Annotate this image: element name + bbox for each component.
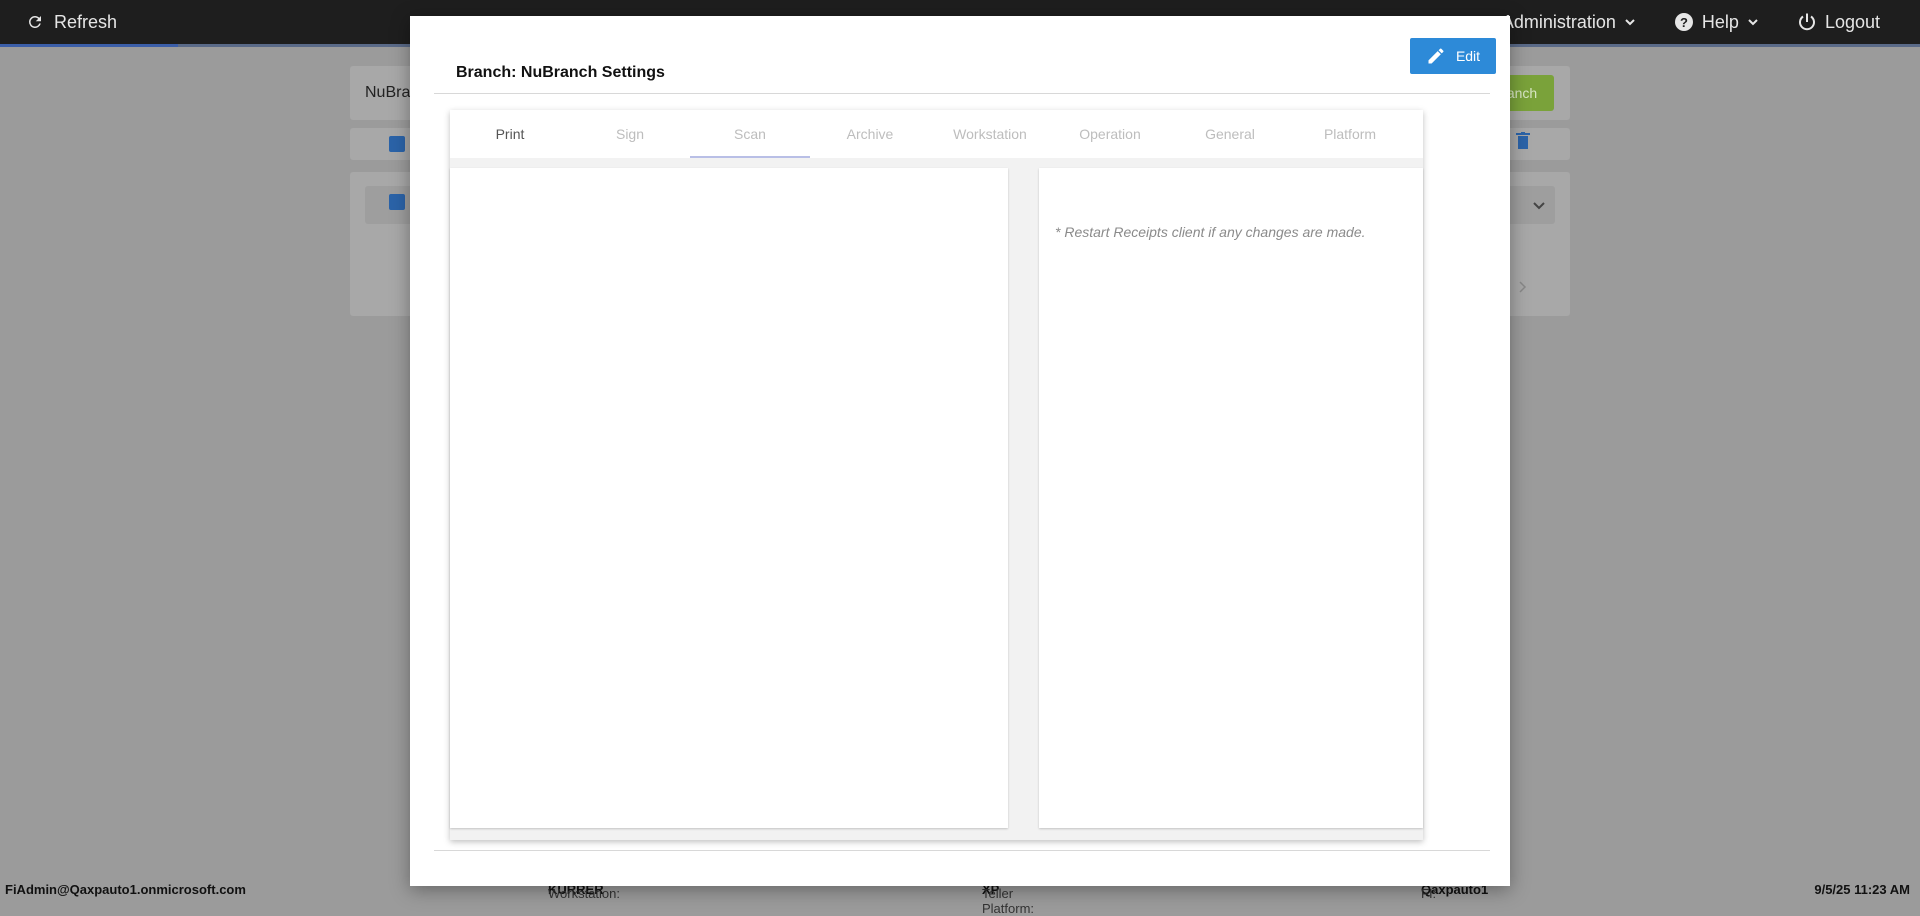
modal-header: Branch: NuBranch Settings Edit [434,38,1496,94]
modal-body: Print Sign Scan Archive Workstation Oper… [434,94,1490,851]
settings-tabs: Print Sign Scan Archive Workstation Oper… [450,110,1423,158]
modal-title: Branch: NuBranch Settings [456,64,665,81]
chevron-down-icon [1747,16,1759,28]
restart-note: * Restart Receipts client if any changes… [1055,224,1366,240]
background-search-input: NuBra [365,84,411,101]
tab-scan[interactable]: Scan [690,110,810,158]
trash-icon [1516,132,1530,155]
settings-right-panel: * Restart Receipts client if any changes… [1039,168,1423,828]
tab-platform[interactable]: Platform [1290,110,1410,158]
refresh-button[interactable]: Refresh [26,0,117,44]
footer-workstation-label: Workstation: [548,886,621,901]
refresh-icon [26,13,44,31]
tab-operation[interactable]: Operation [1050,110,1170,158]
help-label: Help [1701,11,1739,32]
refresh-label: Refresh [54,11,118,32]
footer-teller-label: Teller Platform: [982,886,1035,916]
branch-settings-modal: Branch: NuBranch Settings Edit Print Sig… [410,16,1510,886]
chevron-right-icon [1518,280,1528,299]
tab-workstation[interactable]: Workstation [930,110,1050,158]
footer-user: FiAdmin@Qaxpauto1.onmicrosoft.com [5,882,246,897]
tab-print[interactable]: Print [450,110,570,158]
tab-archive[interactable]: Archive [810,110,930,158]
administration-menu[interactable]: Administration [1502,12,1636,33]
administration-label: Administration [1501,11,1616,32]
logout-button[interactable]: Logout [1797,12,1880,33]
logout-label: Logout [1824,11,1880,32]
chevron-down-icon [1624,16,1636,28]
pencil-icon [1426,46,1446,66]
background-select-all-checkbox [389,136,405,152]
help-icon: ? [1674,12,1694,32]
loading-progress-bar [0,44,178,47]
edit-label: Edit [1455,48,1481,64]
tab-general[interactable]: General [1170,110,1290,158]
footer-datetime: 9/5/25 11:23 AM [1814,882,1910,897]
help-menu[interactable]: ? Help [1674,12,1759,33]
background-row-checkbox [389,194,405,210]
footer-fi-label: FI: [1421,886,1437,901]
chevron-down-icon [1532,198,1546,216]
power-icon [1797,12,1817,32]
settings-left-panel [450,168,1008,828]
svg-text:?: ? [1680,15,1688,30]
edit-button[interactable]: Edit [1410,38,1496,74]
tab-sign[interactable]: Sign [570,110,690,158]
settings-card: Print Sign Scan Archive Workstation Oper… [450,110,1423,840]
